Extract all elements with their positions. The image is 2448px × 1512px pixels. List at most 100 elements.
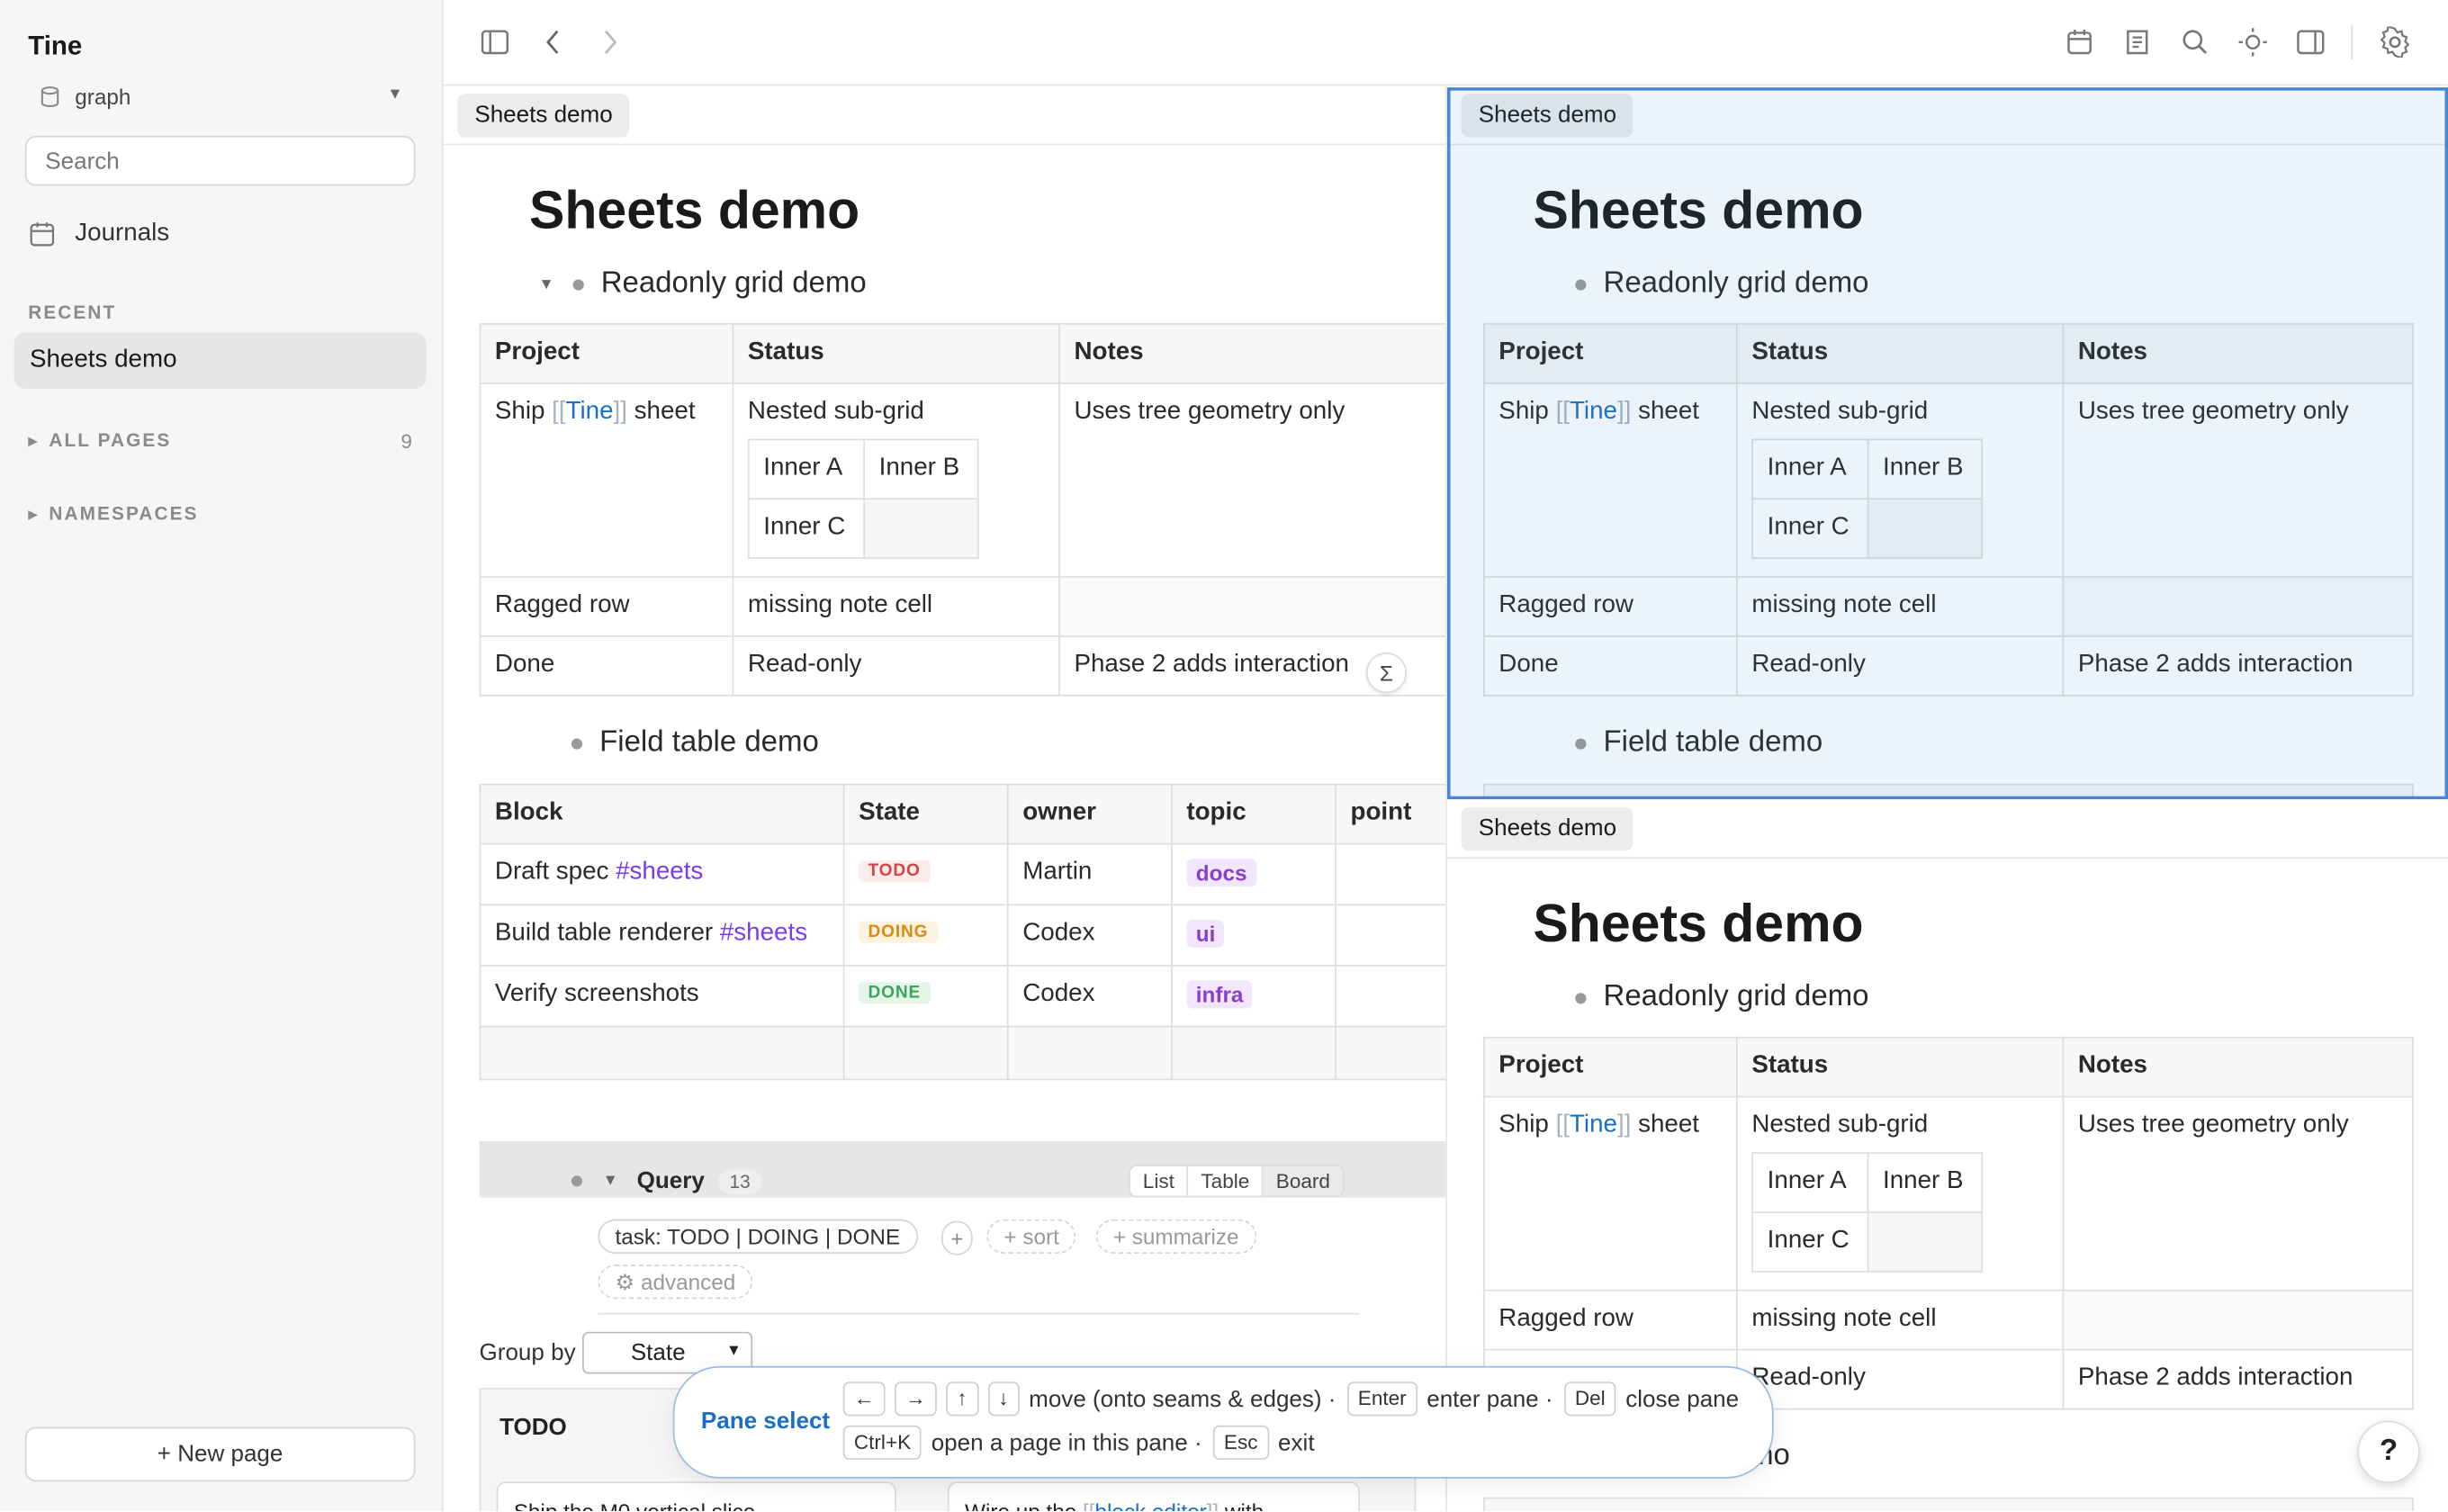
field-table: Block State owner topic point Draft spec… [479,783,1446,1081]
calendar-icon[interactable] [2063,25,2097,59]
pane-select-row-1: ← → ↑ ↓ move (onto seams & edges) · Ente… [842,1382,1750,1417]
inner-cell [1867,498,1984,560]
right-panel-icon[interactable] [2293,25,2327,59]
table-row: Done Read-only Phase 2 adds interaction [1482,635,2414,697]
theme-icon[interactable] [2236,25,2270,59]
topic-chip[interactable]: docs [1186,859,1256,887]
group-by-value: State [630,1339,686,1366]
view-table-button[interactable]: Table [1188,1166,1264,1196]
key-right: → [894,1382,937,1417]
table-row[interactable]: Draft spec #sheets TODO Martin docs [479,842,1446,906]
namespaces-section[interactable]: ▶ NAMESPACES [28,503,415,525]
forward-icon[interactable] [593,25,627,59]
advanced-button[interactable]: ⚙ advanced [598,1264,753,1300]
sidebar: Tine graph ▼ Search Journals RECENT Shee… [0,0,444,1512]
query-filter-pill[interactable]: task: TODO | DOING | DONE [598,1219,918,1254]
field-header[interactable]: State [842,783,1009,845]
sort-button[interactable]: + sort [986,1219,1076,1254]
topic-chip[interactable]: ui [1186,919,1225,948]
field-header[interactable]: owner [1006,783,1173,845]
table-row: Done Read-only Phase 2 adds interaction [479,635,1446,697]
page-link[interactable]: Tine [1570,398,1617,424]
pane-tab[interactable]: Sheets demo [1461,806,1634,851]
bullet-icon [572,278,584,290]
inner-cell: Inner B [1867,1152,1984,1213]
grid-cell: Uses tree geometry only [2062,382,2414,578]
grid-cell: Ship [[Tine]] sheet [1482,382,1738,578]
pane-header: Sheets demo [1447,86,2448,146]
board-card[interactable]: Wire up the [[block editor]] with [947,1481,1360,1512]
search-icon[interactable] [2178,25,2212,59]
calendar-icon [30,222,55,247]
all-pages-label: ALL PAGES [49,429,172,452]
left-pane[interactable]: Sheets demo Sheets demo ▼ Readonly grid … [443,86,1446,1512]
grid-header: Project [1482,1036,1738,1098]
graph-name: graph [75,84,131,110]
inner-cell: Inner C [1751,498,1869,560]
sidebar-item-sheets-demo[interactable]: Sheets demo [14,332,427,389]
pane-tab[interactable]: Sheets demo [457,94,630,138]
field-cell: Codex [1006,904,1173,967]
board-card[interactable]: Ship the M0 vertical slice [496,1481,896,1512]
view-board-button[interactable]: Board [1263,1166,1343,1196]
block-readonly-grid[interactable]: Readonly grid demo [1575,267,1869,302]
field-header[interactable]: point [1335,783,1446,845]
pane-tab[interactable]: Sheets demo [1461,94,1634,138]
top-right-pane[interactable]: Sheets demo Sheets demo Readonly grid de… [1445,86,2448,800]
inner-cell [1867,1211,1984,1273]
tag-link[interactable]: #sheets [616,859,703,885]
page-link[interactable]: block editor [1094,1498,1206,1511]
key-ctrl-k: Ctrl+K [842,1425,922,1460]
grid-cell: missing note cell [1735,576,2065,637]
readonly-grid-table: Project Status Notes Ship [[Tine]] sheet… [1482,1036,2414,1410]
field-header[interactable]: topic [1171,783,1336,845]
collapse-arrow-icon[interactable]: ▼ [603,1173,618,1190]
status-badge: TODO [859,860,931,883]
inner-cell: Inner C [1751,1211,1869,1273]
page-link[interactable]: Tine [1570,1112,1617,1138]
add-filter-button[interactable]: + [941,1220,973,1256]
nested-grid: Inner A Inner B Inner C [1751,1152,1984,1273]
notes-icon[interactable] [2120,25,2155,59]
key-enter: Enter [1346,1382,1418,1417]
page-title: Sheets demo [529,181,860,241]
graph-selector[interactable]: graph ▼ [40,81,403,112]
all-pages-section[interactable]: ▶ ALL PAGES 9 [28,428,415,452]
block-readonly-grid[interactable]: ▼ Readonly grid demo [538,267,866,302]
summarize-query-button[interactable]: + summarize [1095,1219,1256,1254]
sidebar-item-journals[interactable]: Journals [28,215,418,253]
view-list-button[interactable]: List [1130,1166,1189,1196]
page-link[interactable]: Tine [566,398,614,424]
new-page-button[interactable]: + New page [24,1426,416,1482]
status-badge: DOING [859,921,938,943]
table-row[interactable]: Build table renderer #sheets DOING Codex… [479,904,1446,967]
gear-icon[interactable] [2378,25,2412,59]
block-field-table[interactable]: Field table demo [571,726,819,760]
topic-chip[interactable]: infra [1186,980,1253,1009]
tag-link[interactable]: #sheets [720,920,807,946]
grid-header: Project [1482,323,1738,384]
help-button[interactable]: ? [2357,1420,2420,1483]
sidebar-search-input[interactable]: Search [24,135,416,186]
table-row: Ship [[Tine]] sheet Nested sub-grid Inne… [479,382,1446,578]
collapse-arrow-icon[interactable]: ▼ [538,275,554,292]
grid-header: Project [479,323,734,384]
table-row: Ragged row missing note cell [1482,1289,2414,1351]
query-label: Query [636,1167,705,1195]
query-block[interactable]: ▼ Query 13 [571,1167,761,1195]
back-icon[interactable] [536,25,570,59]
enter-hint: enter pane · [1426,1385,1553,1413]
app-name: Tine [28,31,83,61]
block-field-table[interactable]: Field table demo [1575,726,1822,760]
summarize-button[interactable]: Σ [1365,652,1407,694]
chevron-down-icon: ▼ [725,1342,742,1360]
field-header[interactable]: Block [479,783,845,845]
field-cell: Martin [1006,842,1173,906]
sidebar-toggle-icon[interactable] [478,25,512,59]
table-row[interactable]: Verify screenshots DONE Codex infra [479,965,1446,1028]
key-down: ↓ [987,1382,1020,1417]
table-row-empty[interactable] [479,1025,1446,1081]
del-hint: close pane [1625,1385,1740,1413]
field-cell [1335,904,1446,967]
block-readonly-grid[interactable]: Readonly grid demo [1575,980,1869,1014]
